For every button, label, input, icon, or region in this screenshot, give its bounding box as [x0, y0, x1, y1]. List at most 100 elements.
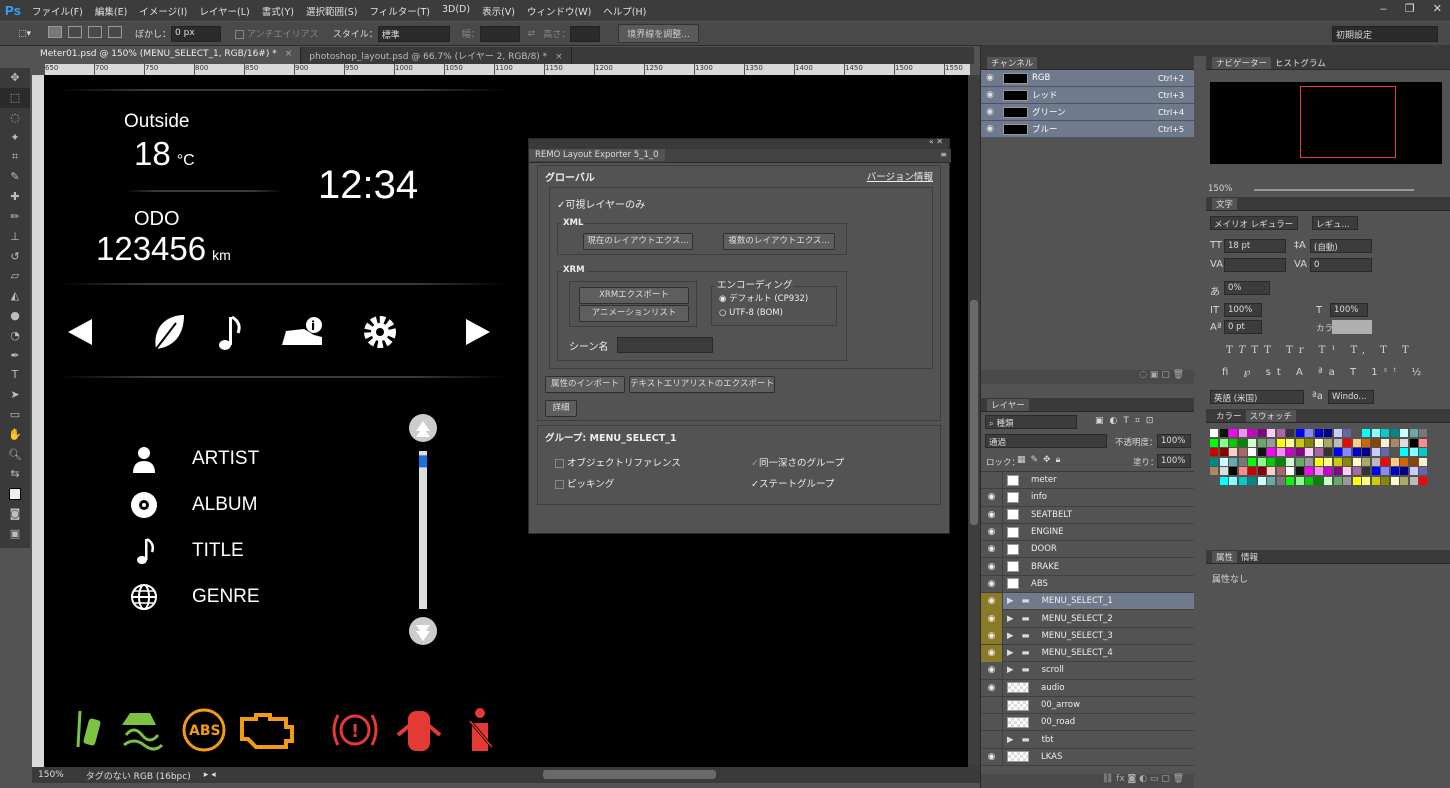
details-button[interactable]: 詳細: [545, 400, 577, 417]
animation-list-button[interactable]: アニメーションリスト: [579, 305, 689, 322]
menu-item[interactable]: 表示(V): [476, 4, 521, 18]
color-swatch[interactable]: [1229, 467, 1237, 475]
eyedropper-icon[interactable]: ✎: [0, 167, 30, 187]
color-swatch[interactable]: [1371, 457, 1380, 466]
color-swatch[interactable]: [1333, 467, 1342, 475]
color-swatch[interactable]: [1324, 467, 1332, 475]
color-swatch[interactable]: [1267, 429, 1275, 437]
leading-input[interactable]: (自動): [1310, 239, 1372, 253]
path-select-icon[interactable]: ➤: [0, 385, 30, 405]
navigator-zoom[interactable]: 150%: [1208, 184, 1232, 194]
color-swatch[interactable]: [1219, 467, 1228, 475]
expand-arrow-icon[interactable]: ▶: [1007, 735, 1014, 745]
color-swatch[interactable]: [1409, 476, 1418, 485]
object-reference-checkbox[interactable]: オブジェクトリファレンス: [555, 455, 681, 469]
properties-tab[interactable]: 属性: [1212, 551, 1238, 563]
state-group-checkbox[interactable]: ✓ステートグループ: [751, 476, 834, 490]
close-tab-icon[interactable]: ×: [555, 52, 563, 62]
color-swatch[interactable]: [1362, 457, 1370, 466]
right-arrow-icon[interactable]: [466, 319, 490, 345]
type-tool-icon[interactable]: T: [0, 365, 30, 385]
text-color-swatch[interactable]: [1332, 320, 1372, 334]
color-swatch[interactable]: [1314, 429, 1323, 437]
color-swatch[interactable]: [1238, 448, 1247, 456]
color-swatch[interactable]: [1419, 448, 1427, 456]
vehicle-info-icon[interactable]: i: [282, 317, 322, 345]
color-swatch[interactable]: [1257, 429, 1266, 437]
color-swatch[interactable]: [1229, 448, 1237, 456]
feather-input[interactable]: 0 px: [171, 25, 222, 42]
visibility-eye-icon[interactable]: ◉: [981, 644, 1003, 662]
color-swatch[interactable]: [1314, 476, 1323, 485]
color-swatch[interactable]: [1314, 457, 1323, 466]
color-swatch[interactable]: [1248, 429, 1256, 437]
visibility-eye-icon[interactable]: ◉: [981, 627, 1003, 645]
crop-tool-icon[interactable]: ⌗: [0, 147, 30, 167]
visibility-eye-icon[interactable]: ◉: [981, 679, 1003, 697]
minimize-icon[interactable]: ‒: [1380, 2, 1387, 15]
visibility-eye-icon[interactable]: ◉: [981, 540, 1003, 558]
color-swatch[interactable]: [1276, 457, 1285, 466]
visibility-eye-icon[interactable]: [981, 713, 1003, 731]
menu-item[interactable]: 選択範囲(S): [300, 4, 363, 18]
menu-item-label[interactable]: TITLE: [192, 540, 244, 562]
color-swatch[interactable]: [1324, 448, 1332, 456]
layer-actions-icon[interactable]: ⛓ fx ◙ ◐ ▭ ▢ 🗑︎: [1102, 774, 1184, 784]
channel-row[interactable]: ◉ グリーン Ctrl+4: [981, 104, 1194, 121]
left-arrow-icon[interactable]: [68, 319, 92, 345]
style-select[interactable]: 標準: [377, 25, 450, 42]
layer-kind-filter[interactable]: ⌕ 種類: [985, 415, 1077, 429]
color-swatch[interactable]: [1409, 467, 1418, 475]
color-swatch[interactable]: [1333, 438, 1342, 447]
marquee-tool-icon[interactable]: ⬚: [0, 87, 30, 108]
visibility-eye-icon[interactable]: [981, 471, 1003, 489]
visibility-eye-icon[interactable]: ◉: [981, 124, 999, 134]
same-depth-group-checkbox[interactable]: ✓同一深さのグループ: [751, 455, 844, 469]
color-swatch[interactable]: [1390, 448, 1399, 456]
layer-row[interactable]: ▶ ▬ tbt: [981, 731, 1194, 749]
color-swatch[interactable]: [1314, 438, 1323, 447]
color-swatch[interactable]: [1409, 457, 1418, 466]
canvas-horizontal-scroll-thumb[interactable]: [543, 770, 716, 779]
brush-tool-icon[interactable]: ✏: [0, 207, 30, 227]
color-swatch[interactable]: [1343, 448, 1351, 456]
color-swatch[interactable]: [1238, 467, 1247, 475]
blur-tool-icon[interactable]: ●: [0, 306, 30, 326]
color-swatch[interactable]: [1400, 438, 1408, 447]
menu-item[interactable]: イメージ(I): [133, 4, 193, 18]
layer-row[interactable]: ◉ SEATBELT: [981, 506, 1194, 524]
color-swatch[interactable]: [1257, 476, 1266, 485]
color-swatch[interactable]: [1257, 467, 1266, 475]
color-swatch[interactable]: [1286, 476, 1294, 485]
color-swatch[interactable]: [1229, 476, 1237, 485]
channel-row[interactable]: ◉ ブルー Ctrl+5: [981, 121, 1194, 138]
close-icon[interactable]: ✕: [1433, 2, 1442, 15]
layers-tab[interactable]: レイヤー: [987, 399, 1029, 411]
color-swatch[interactable]: [1352, 476, 1361, 485]
antialias-checkbox[interactable]: アンチエイリアス: [235, 27, 319, 40]
opacity-input[interactable]: 100%: [1157, 434, 1191, 448]
color-swatches-icon[interactable]: [0, 484, 30, 504]
info-tab[interactable]: 情報: [1237, 551, 1262, 563]
color-swatch[interactable]: [1362, 476, 1370, 485]
color-swatch[interactable]: [1267, 438, 1275, 447]
collapse-close-icon[interactable]: « ✕: [929, 137, 943, 146]
color-swatch[interactable]: [1276, 476, 1285, 485]
tsume-input[interactable]: 0%: [1224, 281, 1270, 295]
visibility-eye-icon[interactable]: ◉: [981, 73, 999, 83]
color-swatch[interactable]: [1295, 448, 1304, 456]
width-input[interactable]: [479, 25, 520, 42]
visibility-eye-icon[interactable]: ◉: [981, 592, 1003, 610]
color-swatch[interactable]: [1219, 438, 1228, 447]
dodge-tool-icon[interactable]: ◔: [0, 325, 30, 345]
baseline-input[interactable]: 0 pt: [1224, 320, 1262, 334]
xrm-export-button[interactable]: XRMエクスポート: [579, 287, 689, 304]
color-swatch[interactable]: [1419, 429, 1427, 437]
layer-row[interactable]: meter: [981, 471, 1194, 490]
color-swatch[interactable]: [1381, 448, 1389, 456]
new-selection-icon[interactable]: [45, 26, 65, 41]
zoom-level[interactable]: 150%: [38, 770, 64, 780]
refine-edge-button[interactable]: 境界線を調整...: [618, 24, 699, 43]
color-swatch[interactable]: [1343, 457, 1351, 466]
scroll-track[interactable]: [419, 451, 427, 609]
